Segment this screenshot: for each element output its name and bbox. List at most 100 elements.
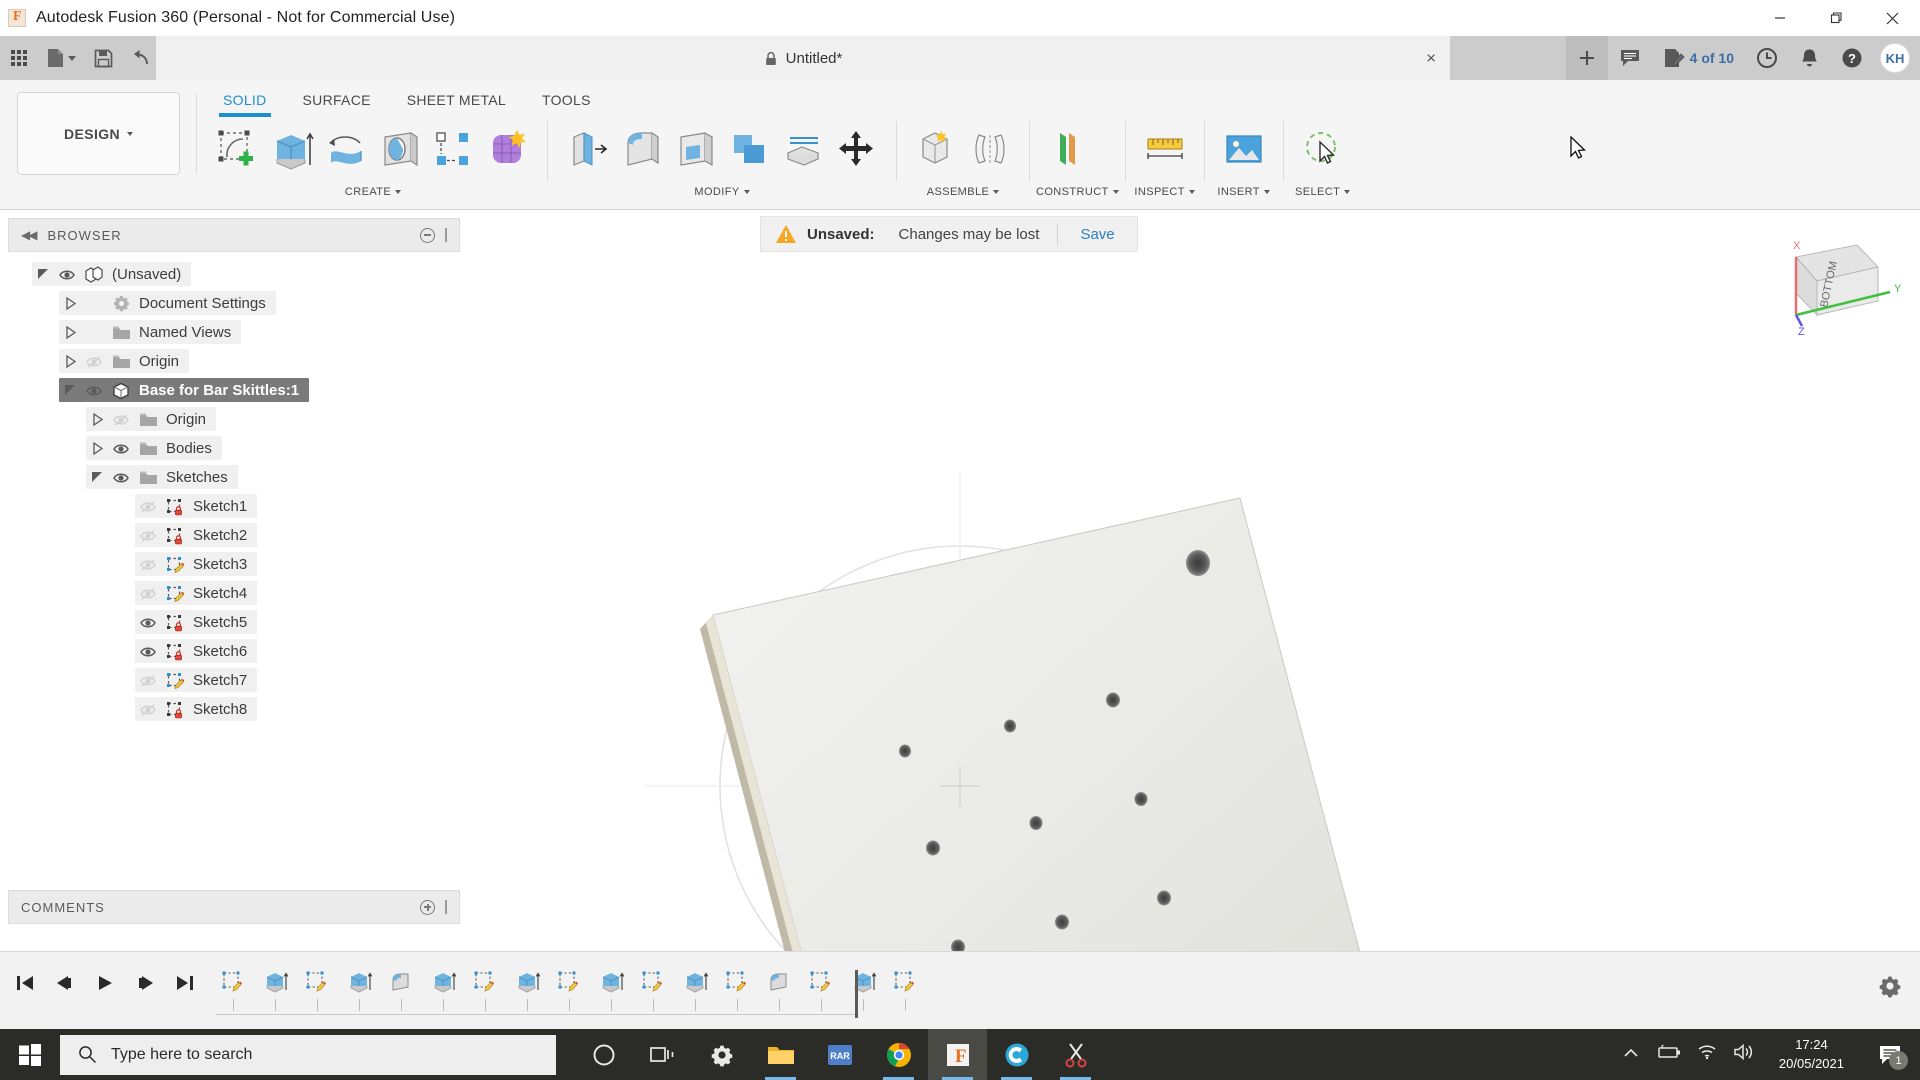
comments-add-icon[interactable] (420, 899, 435, 915)
recent-documents-clock-icon[interactable] (1745, 36, 1789, 80)
visibility-eye-icon[interactable] (135, 644, 161, 660)
draft-icon[interactable] (722, 118, 776, 180)
help-icon[interactable]: ? (1830, 36, 1874, 80)
pattern-icon[interactable] (427, 118, 481, 180)
tab-tools[interactable]: TOOLS (524, 86, 609, 117)
timeline-fillet-2[interactable] (758, 960, 800, 1011)
new-tab-button[interactable] (1565, 36, 1608, 80)
data-panel-grid-icon[interactable] (0, 36, 38, 80)
modify-caret-icon[interactable] (743, 190, 750, 194)
timeline-extrude-7[interactable] (842, 960, 884, 1011)
cortana-icon[interactable] (574, 1029, 633, 1080)
visibility-eye-icon[interactable] (135, 702, 161, 718)
step-forward-button[interactable] (130, 968, 160, 998)
job-status-button[interactable]: 4 of 10 (1652, 36, 1745, 80)
step-back-button[interactable] (50, 968, 80, 998)
browser-tree-item[interactable]: Base for Bar Skittles:1 (8, 376, 460, 405)
taskbar-clock[interactable]: 17:24 20/05/2021 (1771, 1036, 1852, 1074)
create-sketch-icon[interactable] (211, 118, 265, 180)
ribbon-group-select-label[interactable]: SELECT (1290, 184, 1356, 198)
tree-twisty-closed-icon[interactable] (86, 413, 108, 426)
browser-tree-item[interactable]: Sketch2 (8, 521, 460, 550)
save-icon[interactable] (85, 36, 122, 80)
new-document-icon[interactable] (38, 36, 85, 80)
browser-tree-item[interactable]: Sketch6 (8, 637, 460, 666)
comments-grip-icon[interactable] (445, 900, 447, 914)
activate-component-button[interactable] (317, 380, 338, 401)
file-explorer-icon[interactable] (751, 1029, 810, 1080)
browser-tree-item[interactable]: Sketches (8, 463, 460, 492)
timeline-sketch-6[interactable] (716, 960, 758, 1011)
browser-tree-item[interactable]: Origin (8, 405, 460, 434)
browser-tree-item[interactable]: Sketch4 (8, 579, 460, 608)
new-document-caret-icon[interactable] (68, 55, 76, 61)
revolve-icon[interactable] (319, 118, 373, 180)
shell-icon[interactable] (668, 118, 722, 180)
close-button[interactable] (1864, 0, 1920, 36)
workspace-caret-icon[interactable] (127, 131, 134, 136)
browser-tree-item[interactable]: Document Settings (8, 289, 460, 318)
move-copy-icon[interactable] (830, 118, 884, 180)
play-button[interactable] (90, 968, 120, 998)
notifications-bell-icon[interactable] (1789, 36, 1830, 80)
browser-tree-item[interactable]: (Unsaved) (8, 260, 460, 289)
tree-twisty-open-icon[interactable] (59, 384, 81, 397)
timeline-fillet-1[interactable] (380, 960, 422, 1011)
timeline-sketch-1[interactable] (212, 960, 254, 1011)
visibility-eye-icon[interactable] (108, 470, 134, 486)
timeline-sketch-3[interactable] (464, 960, 506, 1011)
timeline-extrude-4[interactable] (506, 960, 548, 1011)
insert-image-icon[interactable] (1217, 118, 1271, 180)
visibility-eye-icon[interactable] (54, 267, 80, 283)
taskbar-search-box[interactable]: Type here to search (60, 1034, 556, 1075)
visibility-eye-icon[interactable] (108, 441, 134, 457)
warning-save-link[interactable]: Save (1058, 226, 1136, 243)
ribbon-group-create-label[interactable]: CREATE (205, 184, 541, 198)
tab-sheet-metal[interactable]: SHEET METAL (389, 86, 524, 117)
timeline-sketch-2[interactable] (296, 960, 338, 1011)
timeline-settings-gear-icon[interactable] (1878, 974, 1902, 1003)
ribbon-group-modify-label[interactable]: MODIFY (554, 184, 890, 198)
timeline-extrude-2[interactable] (338, 960, 380, 1011)
timeline-sketch-7[interactable] (800, 960, 842, 1011)
view-cube[interactable]: BOTTOM X Y Z (1760, 219, 1910, 339)
browser-tree-item[interactable]: Sketch1 (8, 492, 460, 521)
browser-tree-item[interactable]: Sketch8 (8, 695, 460, 724)
fusion360-icon[interactable]: F (928, 1029, 987, 1080)
start-button[interactable] (0, 1029, 60, 1080)
assemble-caret-icon[interactable] (993, 190, 1000, 194)
select-caret-icon[interactable] (1344, 190, 1351, 194)
scale-icon[interactable] (776, 118, 830, 180)
ribbon-group-construct-label[interactable]: CONSTRUCT (1036, 184, 1119, 198)
form-icon[interactable] (481, 118, 535, 180)
clipchamp-icon[interactable] (987, 1029, 1046, 1080)
tab-surface[interactable]: SURFACE (285, 86, 389, 117)
snip-tool-icon[interactable] (1046, 1029, 1105, 1080)
offset-plane-icon[interactable] (1042, 118, 1096, 180)
create-caret-icon[interactable] (395, 190, 402, 194)
browser-collapse-icon[interactable]: ◀◀ (21, 228, 38, 242)
browser-grip-icon[interactable] (445, 228, 447, 242)
browser-tree-item[interactable]: Bodies (8, 434, 460, 463)
visibility-eye-icon[interactable] (135, 499, 161, 515)
tree-twisty-closed-icon[interactable] (59, 297, 81, 310)
visibility-eye-icon[interactable] (108, 412, 134, 428)
user-avatar[interactable]: KH (1880, 43, 1910, 73)
close-tab-button[interactable]: × (1426, 50, 1436, 67)
visibility-eye-icon[interactable] (135, 615, 161, 631)
tree-twisty-closed-icon[interactable] (86, 442, 108, 455)
ribbon-group-assemble-label[interactable]: ASSEMBLE (903, 184, 1023, 198)
timeline-sketch-5[interactable] (632, 960, 674, 1011)
inspect-caret-icon[interactable] (1188, 190, 1195, 194)
visibility-eye-icon[interactable] (135, 586, 161, 602)
maximize-button[interactable] (1808, 0, 1864, 36)
settings-icon[interactable] (692, 1029, 751, 1080)
timeline-extrude-5[interactable] (590, 960, 632, 1011)
document-tab[interactable]: Untitled* (764, 50, 842, 67)
press-pull-icon[interactable] (560, 118, 614, 180)
volume-icon[interactable] (1733, 1043, 1755, 1066)
comments-icon[interactable] (1608, 36, 1652, 80)
go-to-beginning-button[interactable] (10, 968, 40, 998)
extrude-icon[interactable] (265, 118, 319, 180)
measure-icon[interactable] (1138, 118, 1192, 180)
